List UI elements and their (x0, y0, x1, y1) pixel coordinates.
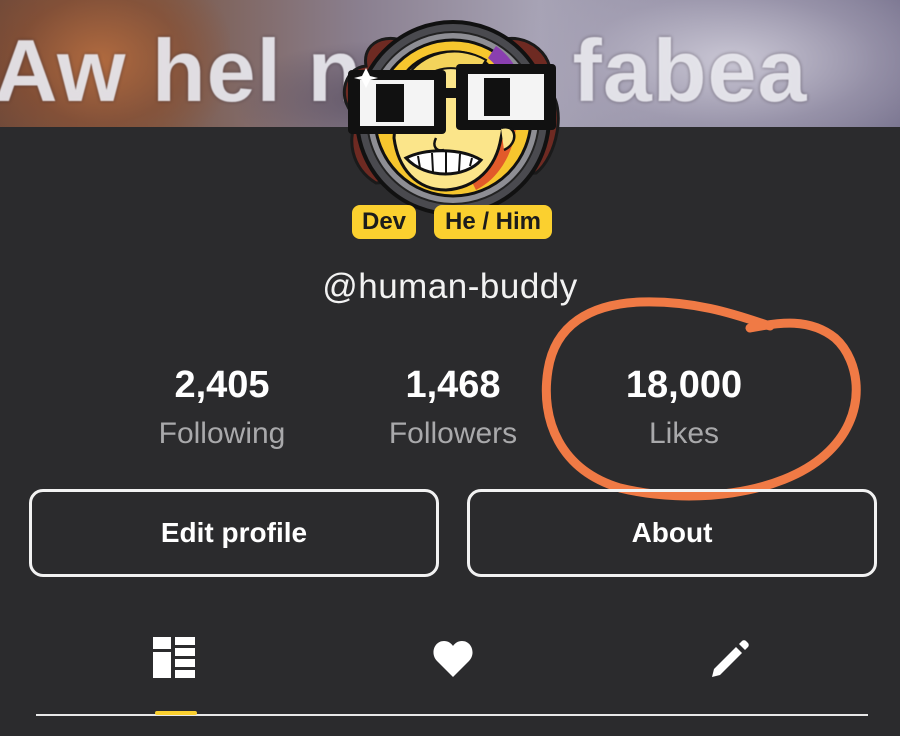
pronoun-badge: He / Him (434, 205, 552, 239)
about-button[interactable]: About (467, 489, 877, 577)
followers-count: 1,468 (405, 364, 501, 406)
pencil-icon (712, 640, 749, 677)
followers-label: Followers (388, 417, 518, 450)
stat-likes[interactable]: 18,000 Likes (574, 362, 794, 452)
stat-followers[interactable]: 1,468 Followers (343, 362, 563, 452)
tab-edit[interactable] (670, 625, 790, 705)
avatar[interactable] (336, 8, 568, 220)
profile-page: Aw hel n ddy fabea Dev He / (0, 0, 900, 736)
role-badge: Dev (352, 205, 416, 239)
likes-count: 18,000 (625, 364, 743, 406)
following-count: 2,405 (174, 364, 270, 406)
grid-layout-icon (153, 637, 195, 678)
stat-following[interactable]: 2,405 Following (112, 362, 332, 452)
tab-posts[interactable] (115, 625, 235, 705)
tab-likes[interactable] (393, 625, 513, 705)
username-handle: @human-buddy (322, 267, 578, 306)
edit-profile-button[interactable]: Edit profile (29, 489, 439, 577)
heart-icon (433, 641, 473, 677)
following-label: Following (158, 417, 286, 450)
likes-label: Likes (648, 417, 720, 450)
active-tab-indicator (155, 711, 197, 715)
